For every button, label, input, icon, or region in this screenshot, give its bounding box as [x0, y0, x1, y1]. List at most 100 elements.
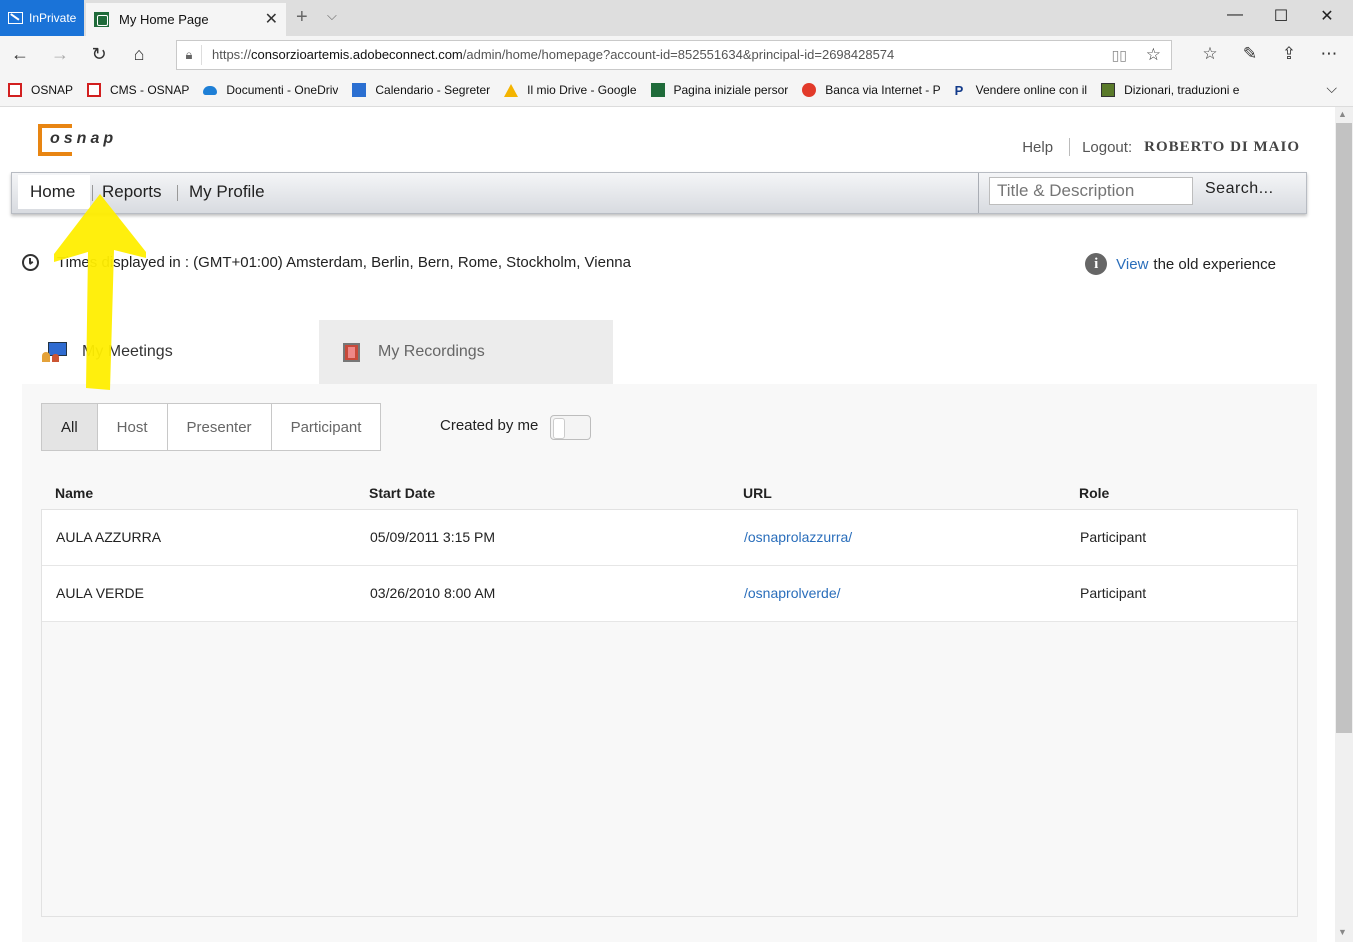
favorite-item[interactable]: Calendario - Segreter — [352, 83, 490, 97]
favorite-item[interactable]: Banca via Internet - P — [802, 83, 941, 97]
search-area: Search... — [978, 173, 1308, 213]
new-tab-icon[interactable]: + — [296, 6, 308, 29]
search-button[interactable]: Search... — [1205, 180, 1274, 198]
favorite-item[interactable]: CMS - OSNAP — [87, 83, 189, 97]
main-nav: Home Reports My Profile Search... — [11, 172, 1307, 214]
meetings-panel: All Host Presenter Participant Created by m… — [22, 384, 1317, 942]
refresh-icon[interactable]: ↻ — [87, 44, 111, 65]
recordings-icon — [343, 342, 360, 362]
favorite-red-icon — [87, 83, 102, 97]
table-row[interactable]: AULA AZZURRA 05/09/2011 3:15 PM /osnapro… — [42, 510, 1297, 566]
help-link[interactable]: Help — [1022, 139, 1053, 156]
favorite-cloud-icon — [203, 85, 218, 95]
column-header-role[interactable]: Role — [1079, 485, 1109, 501]
column-header-start-date[interactable]: Start Date — [369, 485, 435, 501]
top-links: Help Logout: ROBERTO DI MAIO — [1022, 138, 1300, 156]
old-experience: i View the old experience — [1085, 253, 1276, 275]
share-icon[interactable]: ⇪ — [1276, 44, 1302, 64]
filter-presenter-button[interactable]: Presenter — [168, 404, 272, 450]
vertical-scrollbar[interactable]: ▲ ▼ — [1335, 107, 1353, 942]
scroll-thumb[interactable] — [1336, 123, 1352, 733]
meeting-url-link[interactable]: /osnaprolverde/ — [744, 585, 841, 601]
favorite-green-icon — [650, 83, 665, 97]
meeting-url-link[interactable]: /osnaprolazzurra/ — [744, 529, 852, 545]
nav-my-profile[interactable]: My Profile — [189, 182, 265, 202]
tab-list-chevron-icon[interactable]: ⌵ — [327, 8, 337, 24]
meeting-start-date: 05/09/2011 3:15 PM — [370, 529, 496, 545]
meetings-table-body: AULA AZZURRA 05/09/2011 3:15 PM /osnapro… — [41, 509, 1298, 917]
favorite-label: Dizionari, traduzioni e — [1124, 83, 1240, 97]
favorite-item[interactable]: Il mio Drive - Google — [504, 83, 637, 97]
home-icon[interactable]: ⌂ — [127, 44, 151, 65]
favorite-item[interactable]: P Vendere online con il — [955, 83, 1087, 97]
meeting-role: Participant — [1080, 585, 1147, 601]
user-name: ROBERTO DI MAIO — [1144, 138, 1300, 155]
reading-view-icon[interactable]: ▯▯ — [1112, 47, 1127, 64]
close-window-icon[interactable]: ✕ — [1312, 6, 1342, 26]
favorite-cal-icon — [352, 83, 367, 97]
meeting-name[interactable]: AULA AZZURRA — [56, 529, 161, 545]
meeting-start-date: 03/26/2010 8:00 AM — [370, 585, 496, 601]
favorite-label: CMS - OSNAP — [110, 83, 190, 97]
tab-my-recordings-label: My Recordings — [378, 343, 485, 360]
column-header-name[interactable]: Name — [55, 485, 93, 501]
info-icon: i — [1085, 253, 1108, 275]
inprivate-label: InPrivate — [29, 11, 77, 25]
favorite-label: Pagina iniziale persor — [673, 83, 789, 97]
back-icon[interactable]: ← — [8, 44, 32, 65]
table-row[interactable]: AULA VERDE 03/26/2010 8:00 AM /osnaprolv… — [42, 566, 1297, 622]
url-text: https://consorzioartemis.adobeconnect.co… — [201, 45, 894, 65]
browser-tab[interactable]: My Home Page ✕ — [86, 3, 286, 36]
tab-title: My Home Page — [119, 12, 209, 27]
forward-icon[interactable]: → — [48, 44, 72, 65]
favorites-list-icon[interactable]: ☆ — [1197, 44, 1223, 64]
filter-host-button[interactable]: Host — [98, 404, 168, 450]
filter-all-button[interactable]: All — [42, 404, 98, 450]
favorite-item[interactable]: OSNAP — [8, 83, 73, 97]
favorite-item[interactable]: Documenti - OneDriv — [203, 83, 338, 97]
logout-link[interactable]: Logout: — [1082, 139, 1132, 156]
favorite-star-icon[interactable]: ☆ — [1146, 45, 1161, 65]
pen-icon[interactable]: ✎ — [1237, 44, 1263, 64]
divider — [1069, 138, 1071, 156]
osnap-logo[interactable]: osnap — [38, 124, 126, 158]
favorites-chevron-icon[interactable]: ⌵ — [1326, 80, 1337, 97]
minimize-icon[interactable]: — — [1220, 6, 1250, 24]
close-tab-icon[interactable]: ✕ — [265, 9, 278, 29]
role-filter-group: All Host Presenter Participant — [41, 403, 382, 451]
clock-icon — [22, 254, 39, 271]
table-header: Name Start Date URL Role — [41, 479, 1298, 509]
meeting-role: Participant — [1080, 529, 1147, 545]
favorite-label: Calendario - Segreter — [375, 83, 491, 97]
favorite-label: Documenti - OneDriv — [226, 83, 339, 97]
lock-icon: 🔒︎ — [185, 47, 193, 62]
favorite-label: Il mio Drive - Google — [527, 83, 637, 97]
favorite-drive-icon — [504, 83, 519, 97]
favorite-dict-icon — [1101, 83, 1116, 97]
inprivate-badge: InPrivate — [0, 0, 84, 36]
favorite-pp-icon: P — [954, 83, 964, 97]
view-old-experience-link[interactable]: View — [1116, 256, 1148, 273]
logo-text: osnap — [50, 130, 118, 147]
favorites-bar: OSNAP CMS - OSNAP Documenti - OneDriv Calen… — [0, 74, 1353, 107]
tab-my-recordings[interactable]: My Recordings — [319, 320, 613, 384]
scroll-down-icon[interactable]: ▼ — [1338, 927, 1347, 937]
meeting-name[interactable]: AULA VERDE — [56, 585, 144, 601]
filter-participant-button[interactable]: Participant — [272, 404, 381, 450]
inprivate-icon — [8, 12, 23, 24]
favorite-item[interactable]: Pagina iniziale persor — [650, 83, 789, 97]
maximize-icon[interactable]: ☐ — [1266, 6, 1296, 26]
favorite-label: Vendere online con il — [975, 83, 1088, 97]
more-icon[interactable]: ⋯ — [1316, 44, 1342, 64]
favorite-bank-icon — [802, 83, 817, 97]
url-field[interactable]: 🔒︎ https://consorzioartemis.adobeconnect… — [176, 40, 1172, 70]
search-input[interactable] — [989, 177, 1193, 205]
created-by-me-toggle[interactable] — [550, 415, 591, 440]
column-header-url[interactable]: URL — [743, 485, 772, 501]
created-by-me-label: Created by me — [440, 417, 539, 434]
favorite-item[interactable]: Dizionari, traduzioni e — [1101, 83, 1239, 97]
page-content: osnap Help Logout: ROBERTO DI MAIO Home … — [0, 107, 1335, 942]
scroll-up-icon[interactable]: ▲ — [1338, 109, 1347, 119]
favorite-red-icon — [8, 83, 22, 97]
yellow-arrow-annotation — [54, 194, 146, 390]
